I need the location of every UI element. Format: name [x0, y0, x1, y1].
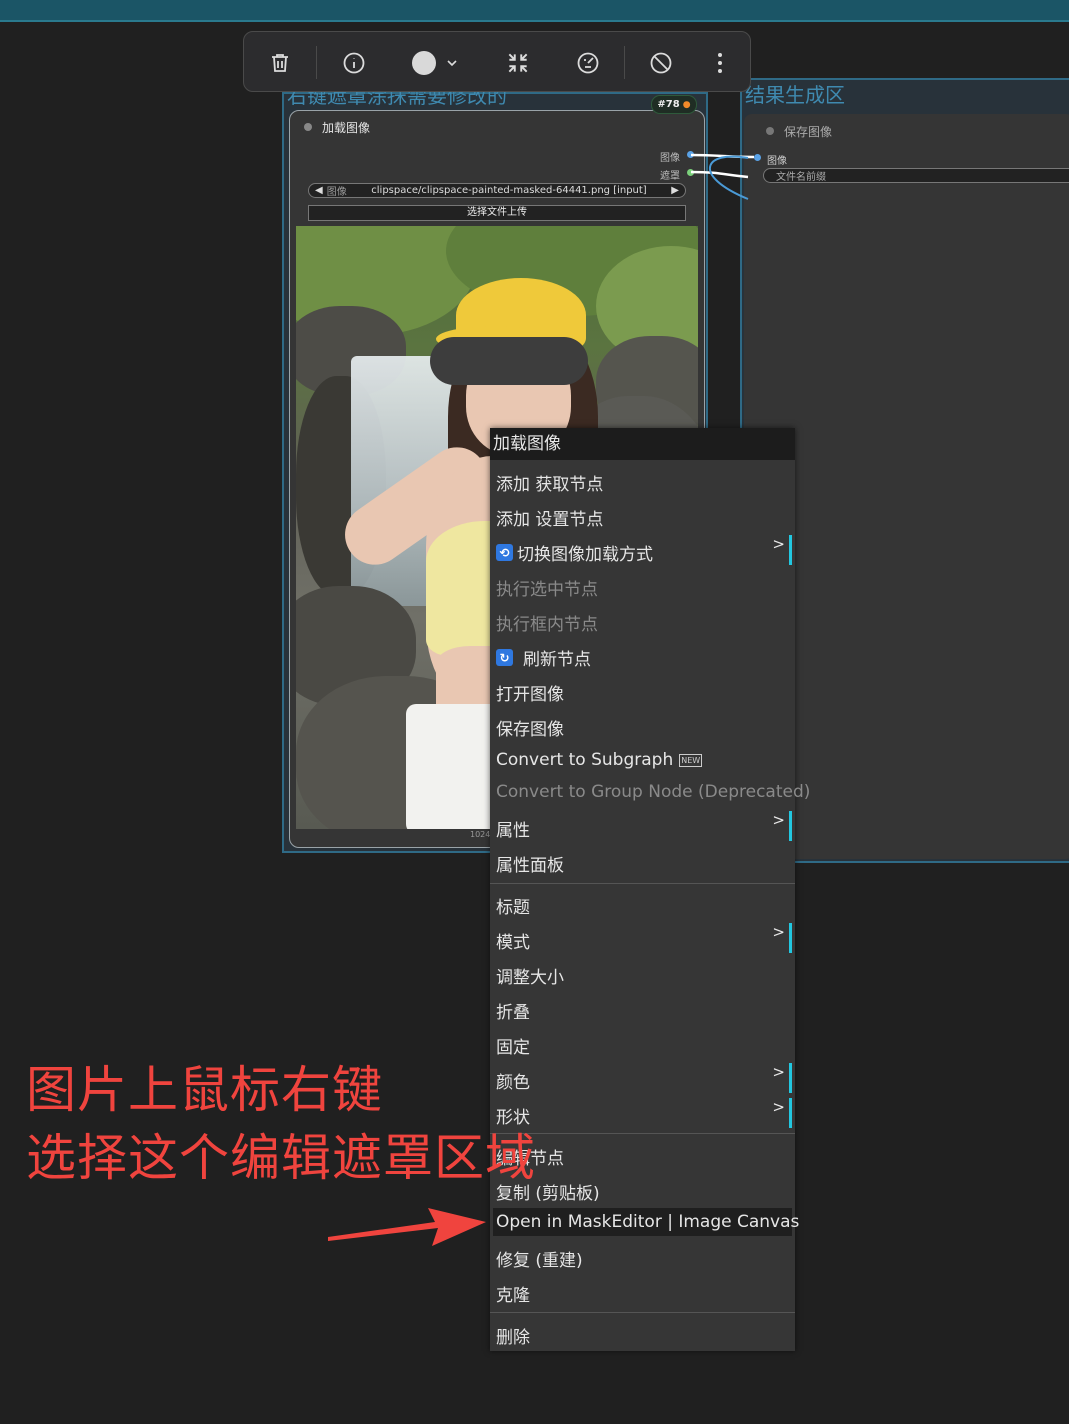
- fox-icon: ●: [682, 99, 691, 110]
- menu-item-refresh-node[interactable]: ↻ 刷新节点: [496, 645, 591, 670]
- menu-item-resize[interactable]: 调整大小: [496, 963, 564, 988]
- more-button[interactable]: [702, 32, 738, 93]
- node-id-badge: #78 ●: [651, 95, 697, 114]
- menu-label: 修复 (重建): [496, 1251, 583, 1271]
- menu-item-convert-group-node[interactable]: Convert to Group Node (Deprecated): [496, 782, 810, 802]
- menu-label: 添加 设置节点: [496, 510, 604, 530]
- toolbar-separator: [624, 46, 625, 79]
- submenu-indicator: [789, 811, 792, 841]
- menu-item-title[interactable]: 标题: [496, 893, 530, 918]
- new-badge: NEW: [679, 753, 703, 767]
- menu-label: Convert to Subgraph: [496, 750, 674, 770]
- menu-separator: [490, 883, 795, 884]
- menu-label: Convert to Group Node (Deprecated): [496, 782, 811, 802]
- bypass-button[interactable]: [568, 32, 608, 93]
- submenu-indicator: [789, 535, 792, 565]
- menu-item-add-get-node[interactable]: 添加 获取节点: [496, 470, 603, 495]
- context-menu-title: 加载图像: [490, 428, 795, 460]
- menu-label: 属性: [496, 821, 530, 841]
- submenu-indicator: [789, 1098, 792, 1128]
- menu-label: 保存图像: [496, 720, 564, 740]
- annotation-line-2: 选择这个编辑遮罩区域: [26, 1129, 536, 1187]
- submenu-arrow-icon: >: [772, 535, 785, 553]
- menu-label: 固定: [496, 1038, 530, 1058]
- menu-item-open-mask-editor[interactable]: Open in MaskEditor | Image Canvas: [496, 1212, 799, 1232]
- menu-label: 折叠: [496, 1003, 530, 1023]
- menu-item-properties-panel[interactable]: 属性面板: [496, 851, 564, 876]
- more-icon: [718, 52, 722, 73]
- menu-item-save-image[interactable]: 保存图像: [496, 715, 564, 740]
- menu-item-convert-subgraph[interactable]: Convert to Subgraph NEW: [496, 750, 703, 770]
- menu-item-run-selected[interactable]: 执行选中节点: [496, 575, 598, 600]
- menu-label: 克隆: [496, 1286, 530, 1306]
- color-circle-icon: [411, 50, 436, 75]
- color-picker-button[interactable]: [404, 32, 466, 93]
- disable-button[interactable]: [641, 32, 681, 93]
- submenu-arrow-icon: >: [772, 923, 785, 941]
- menu-label: 模式: [496, 933, 530, 953]
- menu-item-properties[interactable]: 属性: [496, 816, 530, 841]
- menu-separator: [490, 1312, 795, 1313]
- context-menu: 加载图像 添加 获取节点 添加 设置节点 ⟲ 切换图像加载方式 > 执行选中节点…: [490, 428, 810, 1351]
- menu-label: 执行选中节点: [496, 580, 598, 600]
- submenu-indicator: [789, 923, 792, 953]
- disable-icon: [650, 52, 672, 73]
- toolbar-separator: [316, 46, 317, 79]
- menu-label: 打开图像: [496, 685, 564, 705]
- menu-item-switch-load-mode[interactable]: ⟲ 切换图像加载方式: [496, 540, 653, 565]
- menu-item-delete[interactable]: 删除: [496, 1323, 530, 1348]
- annotation-line-1: 图片上鼠标右键: [26, 1061, 383, 1119]
- menu-item-open-image[interactable]: 打开图像: [496, 680, 564, 705]
- menu-item-mode[interactable]: 模式: [496, 928, 530, 953]
- menu-label: Open in MaskEditor | Image Canvas: [496, 1212, 800, 1232]
- menu-item-run-in-group[interactable]: 执行框内节点: [496, 610, 598, 635]
- menu-label: 调整大小: [496, 968, 564, 988]
- node-id: #78: [657, 99, 680, 110]
- refresh-icon: ↻: [496, 649, 513, 666]
- menu-item-add-set-node[interactable]: 添加 设置节点: [496, 505, 603, 530]
- menu-label: 刷新节点: [523, 650, 591, 670]
- menu-item-repair[interactable]: 修复 (重建): [496, 1246, 583, 1271]
- trash-icon: [272, 53, 288, 72]
- menu-label: 删除: [496, 1328, 530, 1348]
- menu-item-pin[interactable]: 固定: [496, 1033, 530, 1058]
- submenu-arrow-icon: >: [772, 1063, 785, 1081]
- menu-label: 添加 获取节点: [496, 475, 604, 495]
- chevron-down-icon: [446, 59, 457, 66]
- menu-label: 标题: [496, 898, 530, 918]
- info-button[interactable]: [334, 32, 374, 93]
- menu-label: 属性面板: [496, 856, 564, 876]
- collapse-icon: [508, 53, 528, 72]
- collapse-button[interactable]: [498, 32, 538, 93]
- bypass-icon: [577, 52, 599, 73]
- submenu-arrow-icon: >: [772, 1098, 785, 1116]
- menu-item-clone[interactable]: 克隆: [496, 1281, 530, 1306]
- link-loop: [709, 155, 749, 200]
- link-mask: [690, 170, 749, 179]
- submenu-indicator: [789, 1063, 792, 1093]
- info-icon: [343, 52, 365, 73]
- switch-icon: ⟲: [496, 544, 513, 561]
- menu-label: 切换图像加载方式: [517, 545, 653, 565]
- submenu-arrow-icon: >: [772, 811, 785, 829]
- delete-button[interactable]: [260, 32, 300, 93]
- menu-label: 执行框内节点: [496, 615, 598, 635]
- menu-item-collapse[interactable]: 折叠: [496, 998, 530, 1023]
- selection-toolbar: [243, 31, 751, 92]
- menu-item-color[interactable]: 颜色: [496, 1068, 530, 1093]
- menu-label: 颜色: [496, 1073, 530, 1093]
- annotation-arrow-icon: [328, 1208, 486, 1246]
